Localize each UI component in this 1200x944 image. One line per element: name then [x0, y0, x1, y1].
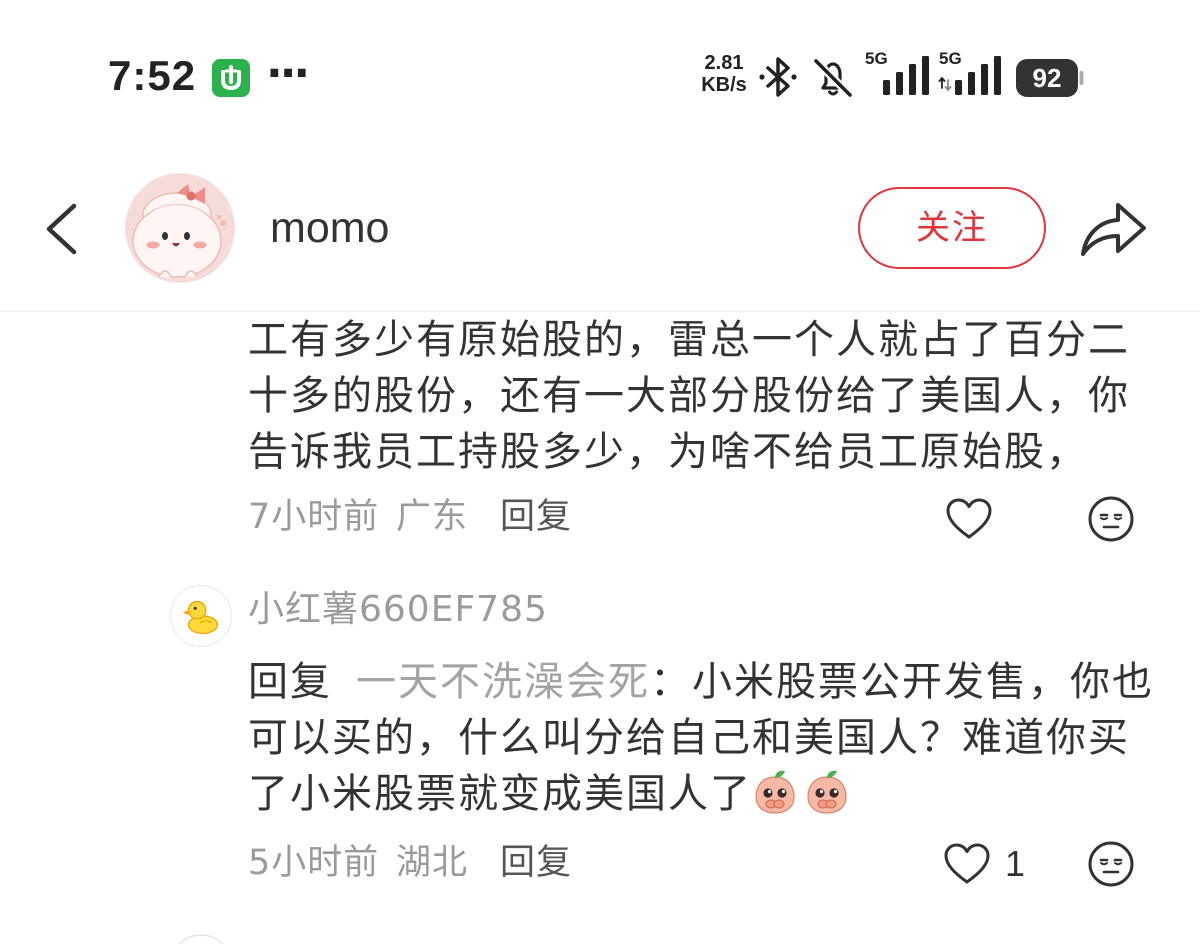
comment-time: 5小时前: [248, 843, 380, 883]
share-button[interactable]: [1078, 196, 1148, 260]
network-speed-unit: KB/s: [701, 74, 747, 96]
peach-face-emoji: [804, 769, 850, 815]
comment-text-line: 十多的股份，还有一大部分股份给了美国人，你: [248, 373, 1130, 419]
reply-prefix: 回复: [248, 659, 332, 705]
bluetooth-icon: [758, 55, 798, 99]
comment-text: ：小米股票公开发售，你也: [650, 659, 1154, 705]
clock-time: 7:52: [108, 52, 197, 99]
green-app-icon: [212, 59, 250, 97]
battery-indicator: 92: [1016, 59, 1084, 97]
comment-text-line: 了小米股票就变成美国人了: [248, 766, 1188, 822]
dislike-button[interactable]: [1087, 495, 1135, 543]
bell-muted-icon: [808, 55, 858, 99]
signal-2-label: 5G: [939, 49, 962, 68]
avatar-edge: [179, 934, 223, 944]
next-commenter-avatar[interactable]: [170, 934, 232, 944]
like-button[interactable]: 1: [943, 840, 1025, 888]
comment-text-line: 可以买的，什么叫分给自己和美国人？难道你买: [248, 715, 1130, 761]
heart-outline-icon: [944, 843, 990, 884]
commenter-avatar[interactable]: [170, 585, 232, 647]
neutral-face-icon: [1088, 841, 1134, 887]
comment-location: 湖北: [396, 843, 469, 883]
cartoon-avatar-icon: [125, 173, 235, 283]
signal-1-label: 5G: [865, 49, 888, 68]
comment-text-line: 回复 一天不洗澡会死：小米股票公开发售，你也: [248, 654, 1188, 710]
back-button[interactable]: [44, 202, 78, 256]
dislike-button[interactable]: [1087, 840, 1135, 888]
neutral-face-icon: [1088, 496, 1134, 542]
more-notifications-icon: ···: [266, 48, 310, 99]
author-username[interactable]: momo: [270, 200, 389, 256]
network-speed-value: 2.81: [704, 52, 744, 74]
reply-to-username[interactable]: 一天不洗澡会死: [356, 659, 650, 705]
reply-button[interactable]: 回复: [500, 497, 572, 537]
signal-1: 5G: [864, 49, 930, 98]
comment-text: 了小米股票就变成美国人了: [248, 771, 752, 817]
comment-location: 广东: [396, 497, 469, 537]
comment-text-line: 工有多少有原始股的，雷总一个人就占了百分二: [248, 317, 1130, 363]
comment-text-line: 告诉我员工持股多少，为啥不给员工原始股，: [248, 429, 1088, 475]
like-button[interactable]: [945, 495, 993, 543]
author-avatar[interactable]: [125, 173, 235, 283]
like-count: 1: [1005, 843, 1026, 884]
share-arrow-icon: [1081, 203, 1146, 256]
signal-2: 5G: [938, 49, 1004, 98]
chevron-left-icon: [46, 203, 77, 255]
reply-button[interactable]: 回复: [500, 843, 572, 883]
duck-avatar-icon: [182, 600, 219, 634]
comment-time: 7小时前: [248, 497, 380, 537]
peach-face-emoji: [752, 769, 798, 815]
battery-level: 92: [1032, 63, 1062, 93]
commenter-username[interactable]: 小红薯660EF785: [248, 588, 548, 632]
comment-body[interactable]: 工有多少有原始股的，雷总一个人就占了百分二 十多的股份，还有一大部分股份给了美国…: [248, 312, 1188, 480]
comment-body[interactable]: 回复 一天不洗澡会死：小米股票公开发售，你也 可以买的，什么叫分给自己和美国人？难…: [248, 654, 1188, 822]
heart-outline-icon: [946, 498, 992, 539]
follow-button[interactable]: 关注: [858, 187, 1046, 269]
network-speed: 2.81 KB/s: [696, 52, 752, 96]
